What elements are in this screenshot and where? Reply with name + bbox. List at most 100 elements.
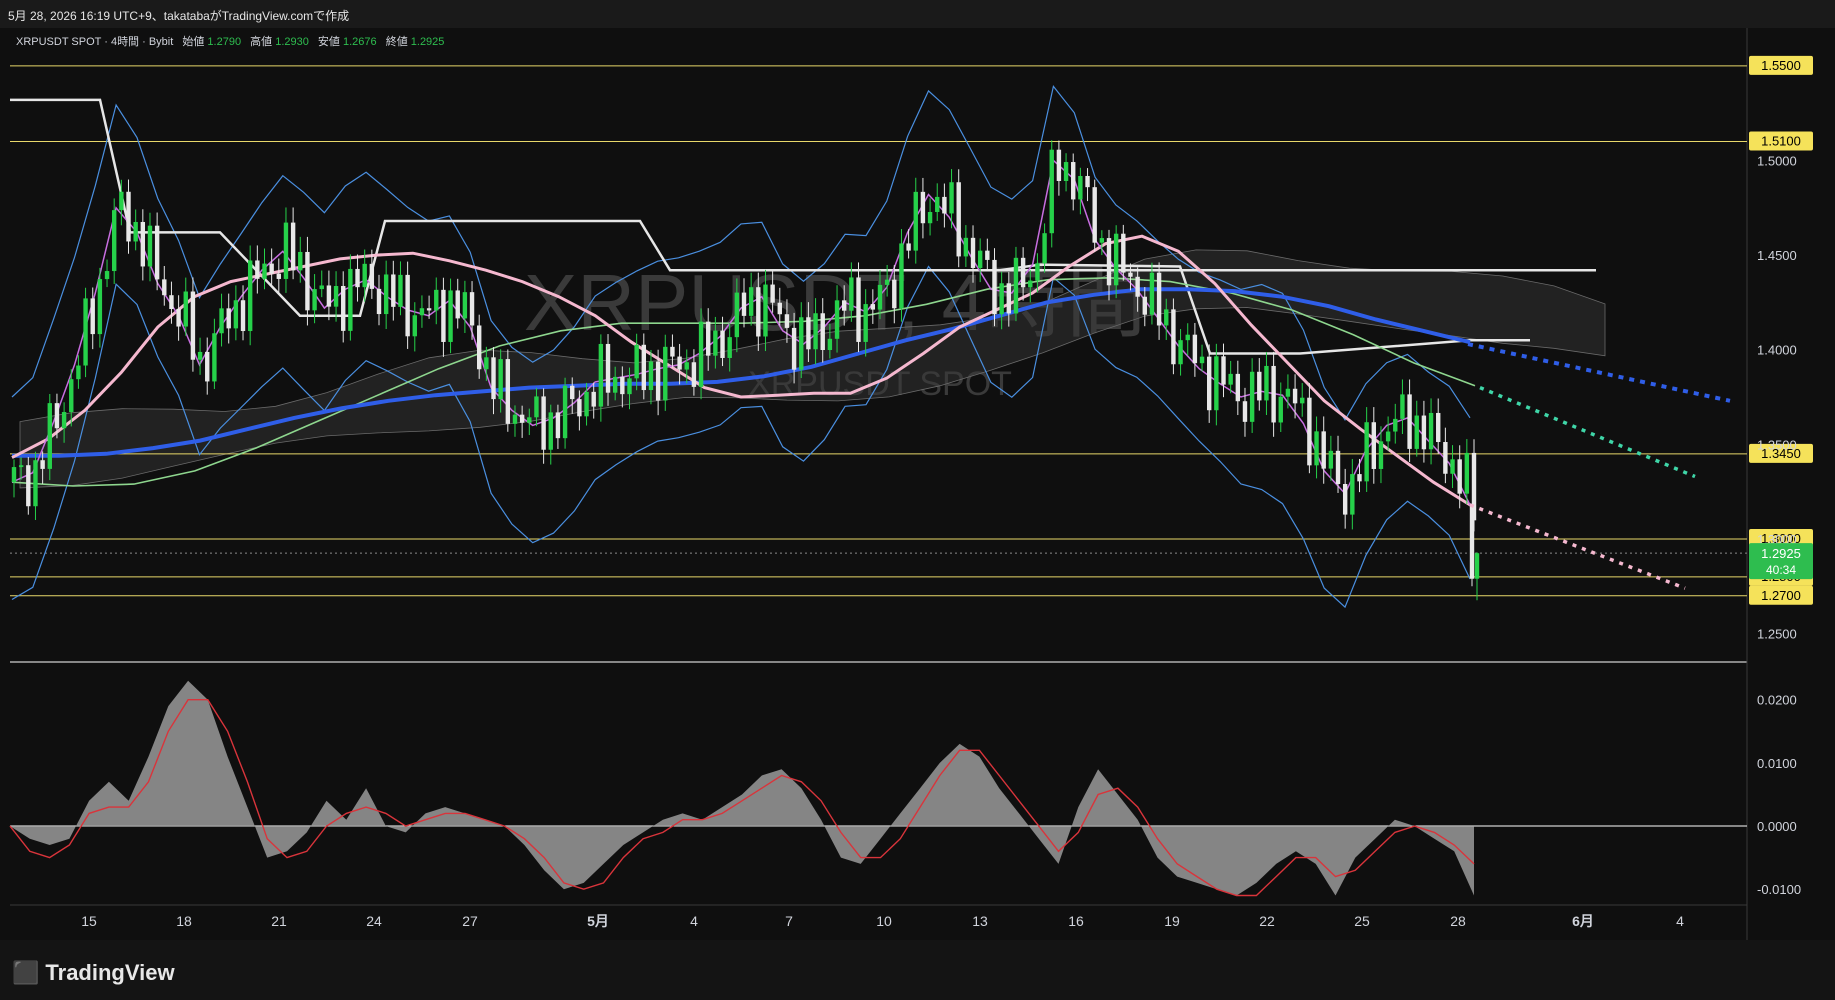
candle-body — [83, 298, 88, 366]
candle-body — [1078, 175, 1083, 200]
candle-body — [1028, 280, 1033, 288]
candle-body — [305, 251, 310, 311]
candle-body — [319, 285, 324, 290]
candle-body — [1142, 296, 1147, 315]
candle-body — [1328, 450, 1334, 469]
candle-body — [584, 391, 589, 417]
candle-body — [977, 250, 983, 268]
candle-body — [1457, 459, 1462, 494]
candle-body — [1407, 394, 1412, 449]
candle-body — [61, 412, 67, 429]
candle-body — [1214, 356, 1219, 411]
candle-body — [147, 225, 153, 267]
candle-body — [1063, 162, 1069, 182]
candle-body — [763, 284, 768, 337]
candle-body — [813, 313, 818, 350]
candle-body — [698, 321, 704, 387]
candle-body — [1221, 356, 1226, 385]
candle-body — [484, 357, 489, 370]
candle-body — [1071, 162, 1076, 200]
time-tick-label: 6月 — [1572, 913, 1594, 929]
time-tick-label: 4 — [1676, 913, 1684, 929]
tradingview-logo[interactable]: ⬛ TradingView — [12, 960, 175, 986]
candle-body — [820, 313, 825, 351]
oscillator-tick-label: 0.0000 — [1757, 819, 1797, 834]
time-tick-label: 4 — [690, 913, 698, 929]
candle-body — [1013, 257, 1019, 314]
candle-body — [720, 330, 725, 358]
candle-body — [1385, 431, 1391, 442]
candle-body — [1314, 431, 1319, 466]
candle-body — [119, 191, 124, 211]
candle-body — [834, 300, 840, 339]
candle-body — [634, 344, 639, 379]
candle-body — [841, 300, 847, 311]
candle-body — [1006, 283, 1012, 314]
candle-body — [992, 259, 997, 315]
chart-canvas[interactable]: XRPUSDT, 4時間 XRPUSDT SPOT 1.55001.51001.… — [0, 0, 1835, 1000]
candle-body — [290, 222, 296, 271]
candle-body — [412, 315, 417, 337]
candle-body — [527, 417, 532, 423]
candle-body — [348, 268, 353, 331]
candle-body — [226, 308, 231, 329]
candle-body — [1171, 309, 1176, 365]
candle-body — [1292, 388, 1298, 404]
candle-body — [1099, 238, 1105, 243]
time-tick-label: 24 — [366, 913, 382, 929]
candle-body — [18, 465, 24, 468]
candle-body — [326, 285, 332, 307]
candle-body — [1121, 233, 1126, 273]
candle-body — [33, 460, 38, 507]
candle-body — [1464, 452, 1470, 494]
candle-body — [162, 279, 167, 296]
time-tick-label: 27 — [462, 913, 478, 929]
price-tick-label: 1.4500 — [1757, 248, 1797, 263]
candle-body — [1092, 187, 1097, 243]
candle-body — [884, 279, 890, 285]
candle-body — [176, 309, 181, 327]
candle-body — [791, 327, 797, 370]
legend-high: 1.2930 — [275, 36, 309, 48]
time-tick-label: 21 — [271, 913, 287, 929]
candle-body — [849, 277, 854, 311]
candle-body — [426, 308, 432, 311]
candle-body — [863, 304, 868, 342]
candle-body — [90, 298, 95, 335]
candle-body — [519, 414, 525, 423]
tradingview-logo-icon: ⬛ — [12, 960, 40, 985]
legend-open: 1.2790 — [207, 36, 241, 48]
candle-body — [469, 292, 475, 326]
candle-body — [770, 284, 775, 303]
candle-body — [899, 243, 904, 309]
candle-body — [233, 300, 239, 329]
candle-body — [670, 346, 675, 357]
candle-body — [133, 221, 138, 242]
candle-body — [1378, 441, 1384, 469]
candle-body — [892, 279, 897, 309]
candle-body — [562, 385, 568, 439]
candle-body — [1056, 149, 1062, 182]
candle-body — [1113, 233, 1119, 286]
candle-body — [949, 182, 954, 214]
candle-body — [383, 274, 389, 315]
candle-body — [784, 314, 790, 328]
candle-body — [197, 351, 203, 360]
candle-body — [612, 376, 618, 393]
candle-body — [555, 412, 561, 439]
candle-body — [1235, 373, 1241, 402]
candle-body — [648, 361, 654, 391]
candle-body — [11, 467, 17, 483]
candle-body — [605, 343, 611, 393]
candle-body — [942, 196, 947, 214]
candle-body — [927, 212, 933, 224]
candle-body — [691, 362, 697, 387]
candle-body — [1149, 272, 1155, 315]
candle-body — [255, 260, 260, 279]
candle-body — [298, 251, 303, 271]
candle-body — [1249, 371, 1255, 422]
candle-body — [54, 403, 60, 429]
time-tick-label: 16 — [1068, 913, 1084, 929]
candle-body — [1257, 371, 1262, 401]
candle-body — [1393, 418, 1398, 432]
